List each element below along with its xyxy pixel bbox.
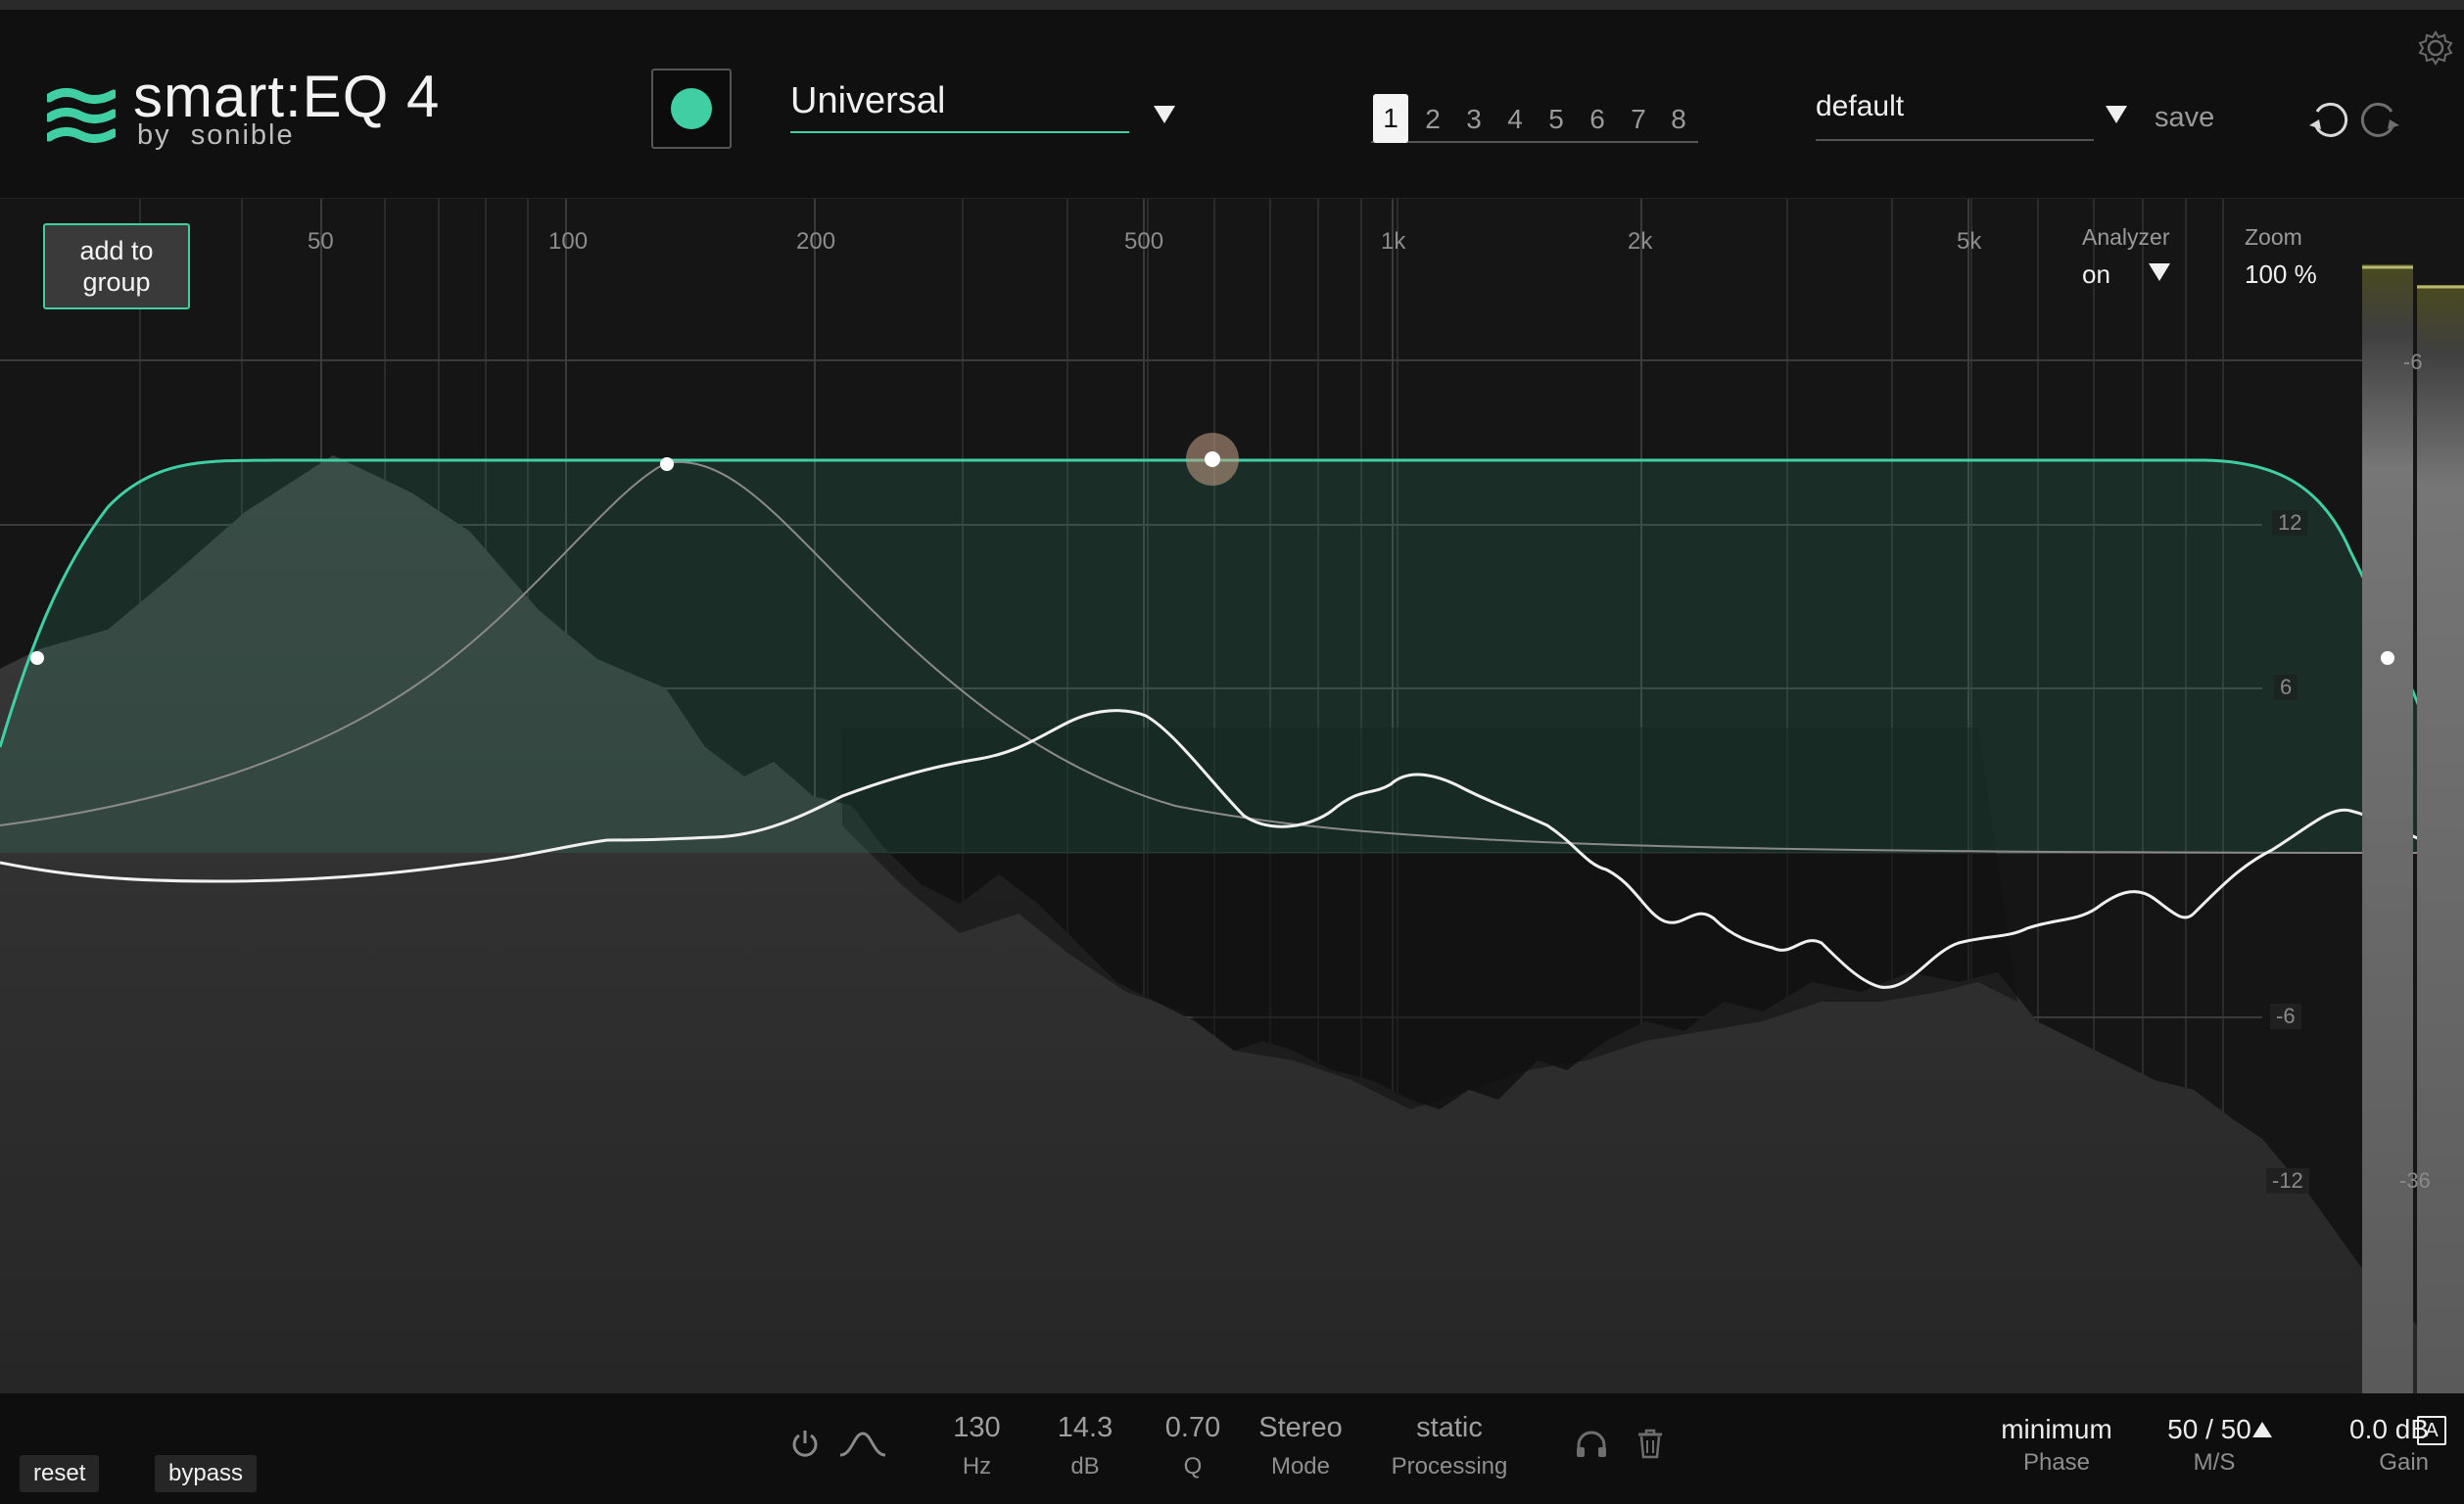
learn-button[interactable]	[651, 69, 732, 149]
band-frequency-value[interactable]: 130	[940, 1412, 1014, 1444]
zoom-value[interactable]: 100 %	[2245, 259, 2317, 290]
eq-display[interactable]: 50 100 200 500 1k 2k 5k 12 6 -6 -12 -6 -…	[0, 199, 2464, 1393]
eq-graph[interactable]	[0, 199, 2464, 1393]
snapshot-1[interactable]: 1	[1373, 94, 1408, 143]
add-to-group-label-1: add to	[79, 236, 154, 265]
band-handle-bell[interactable]	[660, 457, 674, 471]
gear-icon[interactable]	[2417, 29, 2454, 67]
db-label-12: 12	[2272, 510, 2308, 536]
learn-indicator-icon	[671, 88, 712, 129]
output-meter-right	[2417, 285, 2464, 1393]
db-label-6: 6	[2274, 675, 2298, 700]
meter-label-minus36: -36	[2399, 1168, 2431, 1193]
zoom-label: Zoom	[2245, 224, 2302, 250]
snapshot-4[interactable]: 4	[1497, 104, 1533, 135]
band-mode-label: Mode	[1270, 1453, 1331, 1480]
freq-label-5k: 5k	[1957, 228, 1982, 255]
dropdown-arrow-icon[interactable]	[1154, 106, 1175, 125]
output-meter-left	[2362, 264, 2413, 1393]
band-q-unit: Q	[1183, 1453, 1203, 1480]
byline-by: by	[137, 119, 171, 151]
brand-name: sonible	[190, 119, 295, 151]
band-q-value[interactable]: 0.70	[1154, 1412, 1232, 1444]
snapshot-3[interactable]: 3	[1456, 104, 1492, 135]
bell-filter-icon[interactable]	[838, 1430, 887, 1459]
profile-value: Universal	[790, 80, 946, 121]
band-processing-label: Processing	[1391, 1453, 1508, 1480]
preset-value: default	[1816, 90, 1905, 122]
preset-dropdown[interactable]: default	[1816, 90, 2094, 141]
add-to-group-label-2: group	[82, 267, 151, 297]
band-frequency-unit: Hz	[962, 1453, 992, 1480]
analyzer-dropdown-arrow-icon[interactable]	[2149, 263, 2170, 283]
phase-label: Phase	[2022, 1449, 2091, 1476]
snapshot-8[interactable]: 8	[1661, 104, 1696, 135]
bypass-button[interactable]: bypass	[155, 1455, 258, 1492]
band-gain-value[interactable]: 14.3	[1046, 1412, 1124, 1444]
band-handle-highpass[interactable]	[30, 651, 44, 665]
snapshot-7[interactable]: 7	[1621, 104, 1656, 135]
db-label-minus12: -12	[2266, 1168, 2309, 1194]
freq-label-500: 500	[1124, 228, 1164, 255]
meter-label-minus6: -6	[2403, 350, 2423, 374]
trash-icon[interactable]	[1635, 1428, 1665, 1459]
profile-dropdown[interactable]: Universal	[790, 80, 1129, 133]
mid-side-label: M/S	[2193, 1449, 2236, 1476]
snapshot-6[interactable]: 6	[1580, 104, 1615, 135]
band-gain-unit: dB	[1070, 1453, 1100, 1480]
eq-curve-fill	[0, 460, 2464, 853]
band-handle-selected[interactable]	[1205, 451, 1220, 467]
band-controls-bar: reset bypass 130 Hz 14.3 dB 0.70 Q Stere…	[0, 1351, 2464, 1504]
snapshot-2[interactable]: 2	[1415, 104, 1450, 135]
window-top-strip	[0, 0, 2464, 10]
freq-label-100: 100	[548, 228, 589, 255]
freq-label-50: 50	[308, 228, 334, 255]
save-button[interactable]: save	[2155, 102, 2214, 134]
db-label-minus6: -6	[2270, 1004, 2301, 1029]
auto-gain-toggle[interactable]: A	[2417, 1416, 2446, 1445]
header-bar: smart:EQ 4 by sonible Universal 1 2 3 4 …	[0, 10, 2464, 199]
mid-side-value[interactable]: 50 / 50	[2151, 1414, 2268, 1445]
analyzer-label: Analyzer	[2082, 224, 2170, 250]
add-to-group-button[interactable]: add to group	[43, 223, 190, 309]
preset-dropdown-arrow-icon[interactable]	[2106, 106, 2127, 125]
band-handle-lowpass[interactable]	[2381, 651, 2394, 665]
band-mode-value[interactable]: Stereo	[1246, 1412, 1355, 1444]
analyzer-value[interactable]: on	[2082, 259, 2110, 290]
redo-icon[interactable]	[2358, 98, 2401, 141]
app-byline: by sonible	[137, 119, 295, 152]
freq-label-1k: 1k	[1381, 228, 1406, 255]
output-gain-value[interactable]: 0.0 dB	[2331, 1414, 2429, 1445]
freq-label-2k: 2k	[1628, 228, 1653, 255]
snapshot-5[interactable]: 5	[1539, 104, 1574, 135]
band-processing-value[interactable]: static	[1381, 1412, 1518, 1444]
undo-icon[interactable]	[2307, 98, 2350, 141]
freq-label-200: 200	[796, 228, 836, 255]
phase-value[interactable]: minimum	[1988, 1414, 2125, 1445]
logo-waves-icon	[47, 88, 116, 143]
reset-button[interactable]: reset	[20, 1455, 100, 1492]
mid-side-arrow-icon[interactable]	[2252, 1422, 2272, 1437]
output-gain-label: Gain	[2379, 1449, 2429, 1476]
power-icon[interactable]	[789, 1428, 821, 1459]
headphones-icon[interactable]	[1575, 1430, 1608, 1459]
